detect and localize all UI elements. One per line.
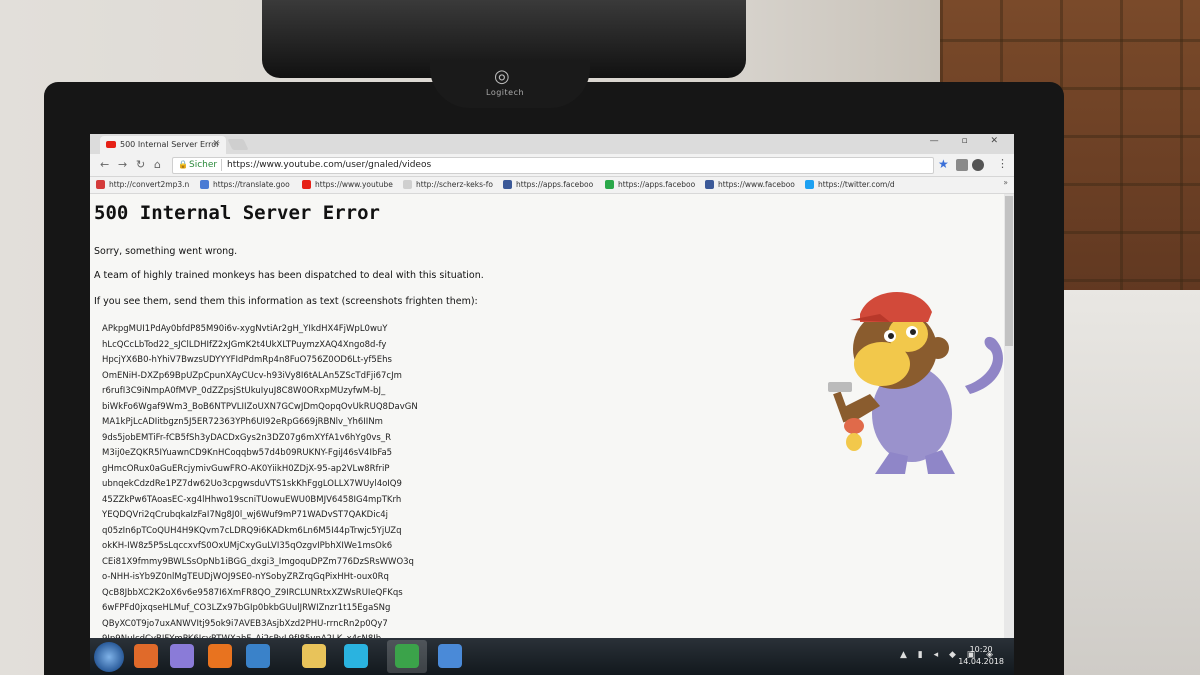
webcam-brand: Logitech — [486, 88, 525, 97]
extension-abp-icon[interactable] — [972, 159, 984, 171]
instructions-message: If you see them, send them this informat… — [94, 296, 478, 307]
error-message: Sorry, something went wrong. — [94, 246, 238, 257]
bookmark-favicon-icon — [96, 180, 105, 189]
page-title: 500 Internal Server Error — [94, 202, 380, 224]
extension-icon[interactable] — [956, 159, 968, 171]
bookmark-label: http://scherz-keks-fo — [416, 180, 493, 189]
window-controls[interactable]: — ▫ ✕ — [930, 136, 1008, 146]
bookmark-favicon-icon — [705, 180, 714, 189]
debug-line: okKH-IW8z5P5sLqccxvfS0OxUMjCxyGuLVI35qOz… — [102, 541, 393, 551]
bookmark-item[interactable]: https://translate.goo — [200, 180, 290, 189]
bookmark-item[interactable]: https://twitter.com/d — [805, 180, 895, 189]
debug-line: OmENiH-DXZp69BpUZpCpunXAyCUcv-h93iVy8I6t… — [102, 370, 402, 381]
debug-line: gHmcORux0aGuERcjymivGuwFRO-AK0YiikH0ZDjX… — [102, 463, 390, 474]
v-app-icon[interactable] — [344, 644, 368, 668]
bookmark-label: https://twitter.com/d — [818, 180, 895, 189]
logitech-logo-icon: ◎ — [494, 66, 510, 87]
debug-line: o-NHH-isYb9Z0nlMgTEUDjWOJ9SE0-nYSobyZRZr… — [102, 572, 389, 582]
thunderbird-icon[interactable] — [246, 644, 270, 668]
back-arrow-icon[interactable]: ← — [100, 158, 109, 171]
bookmark-item[interactable]: https://www.faceboo — [705, 180, 795, 189]
lock-icon: 🔒 — [178, 160, 188, 169]
folder-icon[interactable] — [302, 644, 326, 668]
debug-line: hLcQCcLbTod22_sJClLDHIfZ2xJGmK2t4UkXLTPu… — [102, 339, 387, 350]
debug-line: CEi81X9fmmy9BWLSsOpNb1iBGG_dxgi3_ImgoquD… — [102, 556, 414, 567]
bookmark-label: https://apps.faceboo — [516, 180, 594, 189]
debug-line: q05zIn6pTCoQUH4H9KQvm7cLDRQ9i6KADkm6Ln6M… — [102, 525, 402, 536]
tab-close-icon[interactable]: ✕ — [212, 139, 220, 149]
monitor-screen: 500 Internal Server Error ✕ — ▫ ✕ ← → ↻ … — [90, 134, 1014, 675]
start-button[interactable] — [94, 642, 124, 672]
mail-icon[interactable] — [438, 644, 462, 668]
clock-time: 10:20 — [969, 645, 993, 654]
bookmark-label: https://apps.faceboo — [618, 180, 696, 189]
clock-date: 14.04.2018 — [958, 657, 1004, 666]
bookmark-favicon-icon — [403, 180, 412, 189]
bookmarks-bar: http://convert2mp3.n https://translate.g… — [90, 177, 1014, 194]
bookmark-label: https://translate.goo — [213, 180, 290, 189]
bookmark-favicon-icon — [503, 180, 512, 189]
debug-line: ubnqekCdzdRe1PZ7dw62Uo3cpgwsduVTS1skKhFg… — [102, 479, 402, 489]
monkey-illustration — [828, 291, 1003, 474]
bookmark-favicon-icon — [302, 180, 311, 189]
tab-strip: 500 Internal Server Error ✕ — ▫ ✕ — [90, 134, 1014, 154]
monkeys-message: A team of highly trained monkeys has bee… — [94, 270, 484, 281]
address-separator — [221, 159, 222, 171]
bookmark-favicon-icon — [605, 180, 614, 189]
bookmark-favicon-icon — [805, 180, 814, 189]
tab-active[interactable]: 500 Internal Server Error ✕ — [100, 136, 226, 154]
home-icon[interactable]: ⌂ — [154, 158, 161, 171]
bookmark-item[interactable]: https://apps.faceboo — [503, 180, 593, 189]
media-player-icon[interactable] — [134, 644, 158, 668]
white-shelf — [1040, 290, 1200, 675]
address-bar[interactable]: 🔒 Sicher https://www.youtube.com/user/gn… — [172, 157, 934, 174]
chrome-icon[interactable] — [395, 644, 419, 668]
debug-line: 45ZZkPw6TAoasEC-xg4lHhwo19scniTUowuEWU0B… — [102, 494, 402, 505]
debug-line: 6wFPFd0jxqseHLMuf_CO3LZx97bGIp0bkbGUulJR… — [102, 603, 391, 613]
windows-taskbar: ▲ ▮ ◂ ◆ ▣ ◈ 10:20 14.04.2018 — [90, 638, 1014, 675]
bookmarks-overflow-icon[interactable]: » — [1003, 178, 1008, 187]
paint-icon[interactable] — [170, 644, 194, 668]
webcam-neck — [430, 60, 590, 108]
debug-line: YEQDQVri2qCrubqkaIzFaI7Ng8J0l_wj6Wuf9mP7… — [102, 510, 389, 520]
new-tab-button[interactable] — [227, 139, 249, 150]
debug-line: biWkFo6Wgaf9Wm3_BoB6NTPVLIIZoUXN7GCwJDmQ… — [102, 401, 418, 412]
bookmark-label: https://www.faceboo — [718, 180, 795, 189]
youtube-favicon-icon — [106, 141, 116, 148]
bookmark-item[interactable]: http://scherz-keks-fo — [403, 180, 493, 189]
debug-line: r6rufI3C9iNmpA0fMVP_0dZZpsjStUkuIyuJ8C8W… — [102, 386, 386, 396]
debug-line: QcB8JbbXC2K2oX6v6e9587I6XmFR8QO_Z9IRCLUN… — [102, 587, 403, 598]
forward-arrow-icon[interactable]: → — [118, 158, 127, 171]
debug-line: HpcjYX6B0-hYhiV7BwzsUDYYYFIdPdmRp4n8FuO7… — [102, 355, 392, 365]
bookmark-label: http://convert2mp3.n — [109, 180, 190, 189]
debug-line: MA1kPjLcADIitbgzn5J5ER72363YPh6UI92eRpG6… — [102, 417, 383, 427]
page-scrollbar[interactable] — [1004, 194, 1014, 638]
bookmark-label: https://www.youtube — [315, 180, 393, 189]
taskbar-clock[interactable]: 10:20 14.04.2018 — [958, 644, 1004, 668]
url-text: https://www.youtube.com/user/gnaled/vide… — [227, 160, 432, 170]
page-content: 500 Internal Server Error Sorry, somethi… — [90, 194, 1014, 675]
debug-line: 9ds5jobEMTiFr-fCB5fSh3yDACDxGys2n3DZ07g6… — [102, 432, 392, 443]
debug-line: APkpgMUI1PdAy0bfdP85M90i6v-xygNvtiAr2gH_… — [102, 324, 388, 334]
chrome-menu-icon[interactable]: ⋮ — [997, 157, 1008, 170]
debug-line: M3ij0eZQKR5IYuawnCD9KnHCoqqbw57d4b09RUKN… — [102, 448, 393, 458]
scrollbar-thumb[interactable] — [1005, 196, 1013, 346]
bookmark-item[interactable]: https://www.youtube — [302, 180, 393, 189]
debug-line: QByXC0T9jo7uxANWVItj95ok9i7AVEB3AsjbXzd2… — [102, 618, 388, 629]
firefox-icon[interactable] — [208, 644, 232, 668]
browser-toolbar: ← → ↻ ⌂ 🔒 Sicher https://www.youtube.com… — [90, 154, 1014, 177]
bookmark-item[interactable]: http://convert2mp3.n — [96, 180, 189, 189]
debug-info: APkpgMUI1PdAy0bfdP85M90i6v-xygNvtiAr2gH_… — [102, 322, 452, 675]
tab-title: 500 Internal Server Error — [120, 140, 220, 149]
bookmark-star-icon[interactable]: ★ — [938, 157, 949, 171]
reload-icon[interactable]: ↻ — [136, 158, 145, 171]
bookmark-item[interactable]: https://apps.faceboo — [605, 180, 695, 189]
bookmark-favicon-icon — [200, 180, 209, 189]
secure-label: Sicher — [189, 160, 218, 170]
